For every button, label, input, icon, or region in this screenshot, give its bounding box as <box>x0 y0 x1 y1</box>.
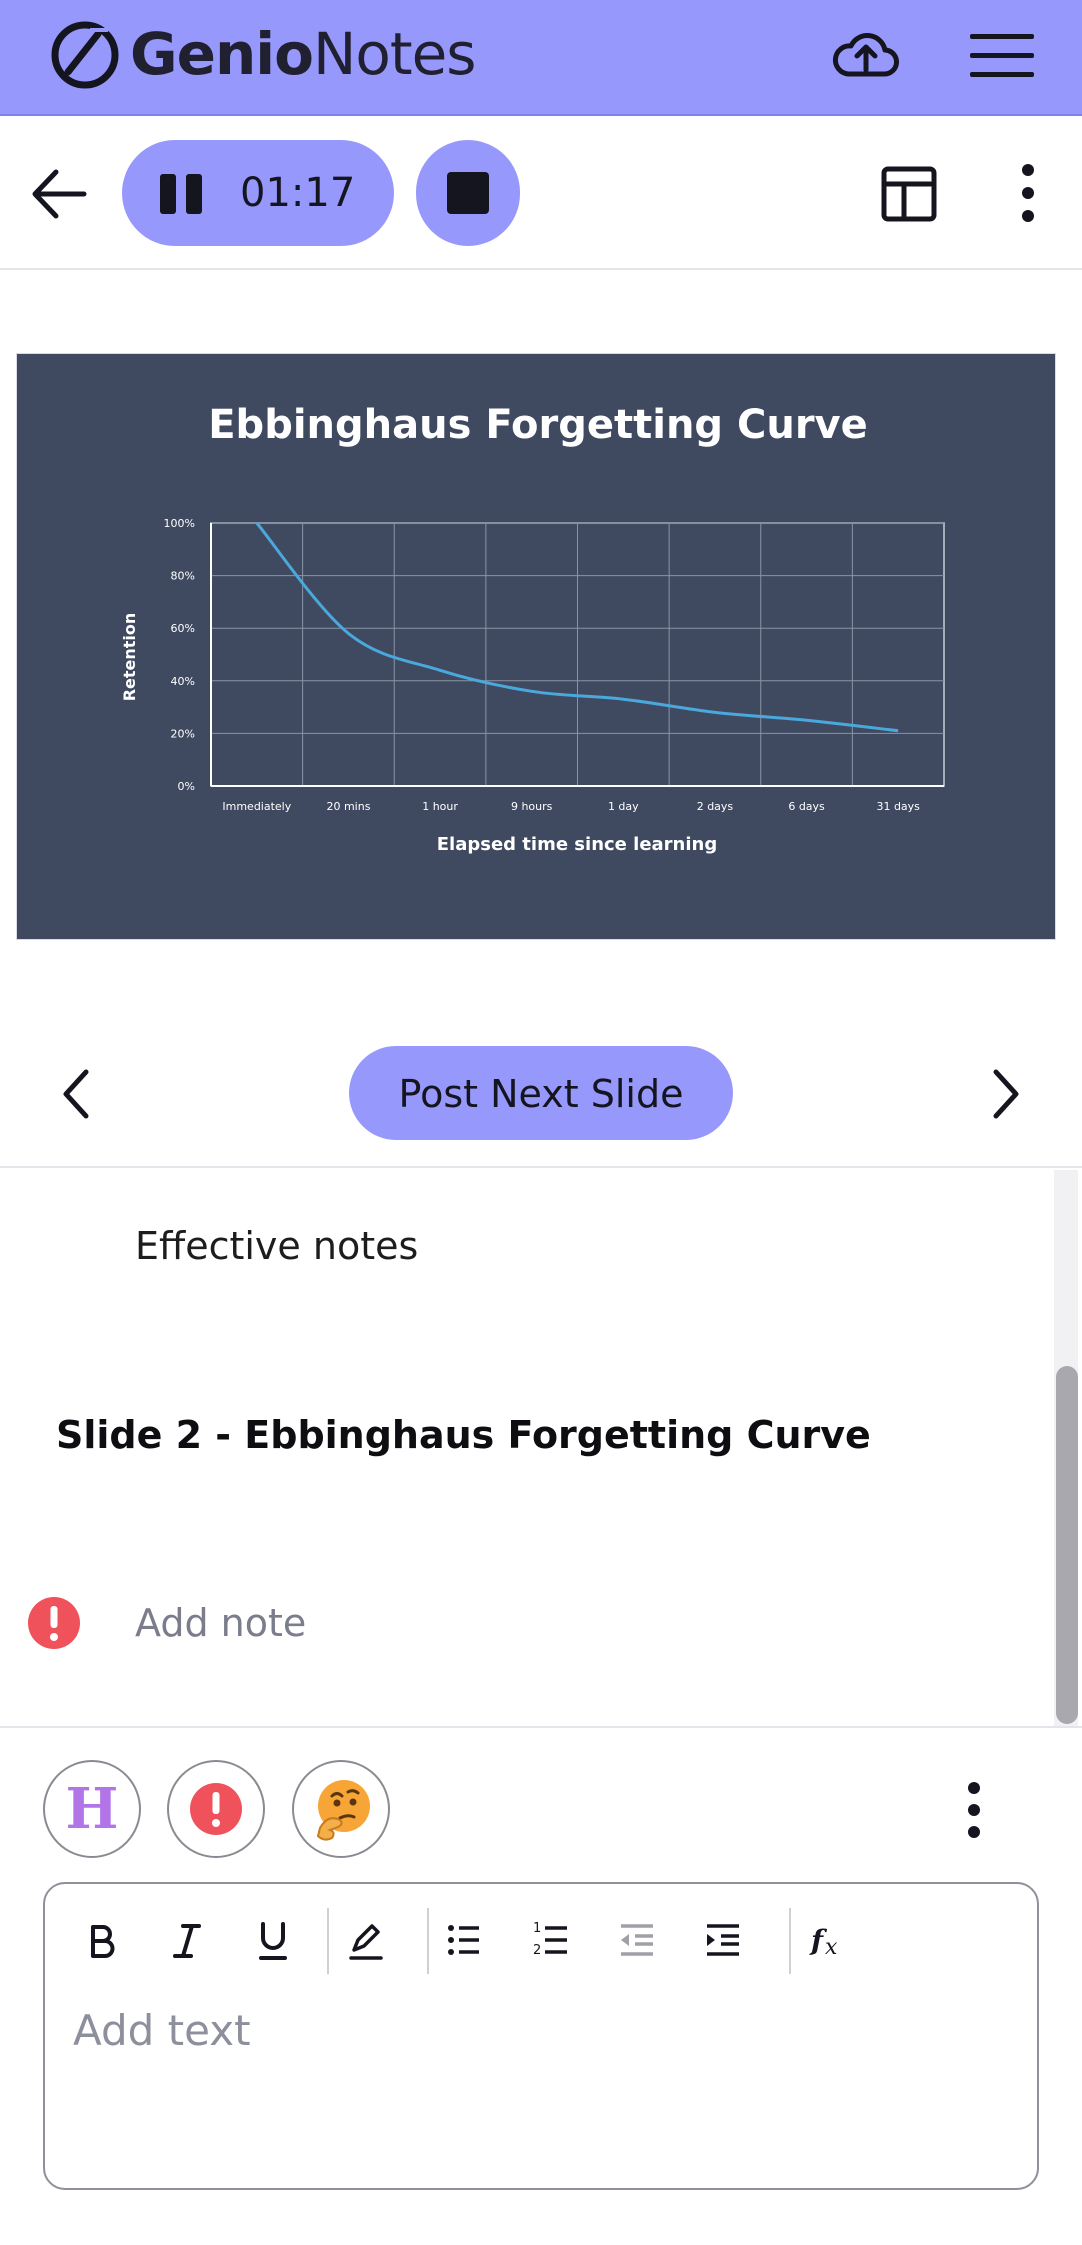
pause-icon <box>160 174 204 214</box>
hamburger-menu-icon[interactable] <box>968 28 1038 84</box>
heading-h-icon: H <box>65 1776 119 1842</box>
rich-text-editor: 1 2 f x Add text <box>43 1882 1039 2190</box>
pause-recording-button[interactable]: 01:17 <box>122 140 394 246</box>
y-tick-label: 100% <box>164 517 195 530</box>
x-tick-label: 2 days <box>697 800 734 813</box>
chart-title: Ebbinghaus Forgetting Curve <box>208 402 868 448</box>
italic-icon[interactable] <box>157 1910 217 1970</box>
outdent-icon[interactable] <box>607 1910 667 1970</box>
y-axis-label: Retention <box>120 613 139 702</box>
y-tick-label: 20% <box>171 727 195 740</box>
alert-icon <box>28 1597 80 1649</box>
svg-text:x: x <box>825 1935 838 1960</box>
chevron-right-icon[interactable] <box>984 1066 1024 1122</box>
x-tick-label: Immediately <box>222 800 291 813</box>
bold-icon[interactable] <box>71 1910 131 1970</box>
slide-preview: Ebbinghaus Forgetting Curve 0% 20% 40% 60% 8… <box>16 353 1056 940</box>
x-tick-label: 1 hour <box>422 800 458 813</box>
back-arrow-icon[interactable] <box>30 166 90 222</box>
stop-icon <box>447 172 489 214</box>
post-next-slide-button[interactable]: Post Next Slide <box>349 1046 733 1140</box>
svg-text:2: 2 <box>533 1943 541 1958</box>
notes-heading: Effective notes <box>135 1224 419 1268</box>
cloud-upload-icon[interactable] <box>830 24 900 88</box>
note-slide-title: Slide 2 - Ebbinghaus Forgetting Curve <box>56 1413 871 1457</box>
alert-icon <box>190 1783 242 1835</box>
underline-icon[interactable] <box>243 1910 303 1970</box>
indent-icon[interactable] <box>693 1910 753 1970</box>
forgetting-curve-chart: Ebbinghaus Forgetting Curve 0% 20% 40% 60% 8… <box>120 402 945 855</box>
x-tick-label: 20 mins <box>326 800 370 813</box>
y-tick-label: 80% <box>171 570 195 583</box>
more-options-icon[interactable] <box>956 1780 992 1840</box>
bulleted-list-icon[interactable] <box>435 1910 495 1970</box>
x-tick-label: 1 day <box>608 800 639 813</box>
slide-navigation: Post Next Slide <box>0 1000 1082 1168</box>
app-bar: GenioNotes <box>0 0 1082 116</box>
more-options-icon[interactable] <box>1010 160 1046 226</box>
y-tick-label: 0% <box>178 780 195 793</box>
toolbar-divider <box>427 1908 429 1974</box>
formula-fx-icon[interactable]: f x <box>799 1910 859 1970</box>
heading-tag-button[interactable]: H <box>43 1760 141 1858</box>
y-tick-label: 60% <box>171 622 195 635</box>
app-name: GenioNotes <box>130 18 477 90</box>
add-note-input[interactable]: Add note <box>135 1598 306 1648</box>
recording-toolbar: 01:17 <box>0 116 1082 270</box>
numbered-list-icon[interactable]: 1 2 <box>521 1910 581 1970</box>
question-tag-button[interactable] <box>292 1760 390 1858</box>
y-tick-label: 40% <box>171 675 195 688</box>
chevron-left-icon[interactable] <box>58 1066 98 1122</box>
app-name-light: Notes <box>312 20 477 88</box>
note-text-input[interactable]: Add text <box>73 2004 1003 2174</box>
toolbar-divider <box>789 1908 791 1974</box>
x-tick-label: 9 hours <box>511 800 553 813</box>
x-tick-label: 31 days <box>876 800 920 813</box>
toolbar-divider <box>327 1908 329 1974</box>
scrollbar-thumb[interactable] <box>1056 1366 1078 1724</box>
layout-icon[interactable] <box>880 164 940 224</box>
x-tick-label: 6 days <box>788 800 825 813</box>
important-tag-button[interactable] <box>167 1760 265 1858</box>
recording-timer: 01:17 <box>240 170 356 216</box>
thinking-face-icon <box>316 1780 370 1841</box>
genio-logo-icon <box>51 21 119 89</box>
stop-recording-button[interactable] <box>416 140 520 246</box>
app-name-bold: Genio <box>130 20 314 88</box>
x-axis-label: Elapsed time since learning <box>437 834 718 855</box>
note-editor-panel: H 1 2 f x Add text <box>0 1726 1082 2245</box>
svg-text:1: 1 <box>533 1921 541 1936</box>
highlight-pen-icon[interactable] <box>335 1910 395 1970</box>
